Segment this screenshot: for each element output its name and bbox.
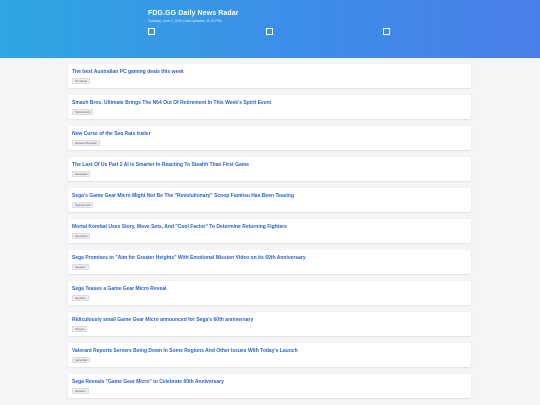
source-badge: GameSpot	[72, 171, 91, 177]
source-badge: Gematsu	[72, 264, 89, 270]
source-badge: Nintendo Life	[72, 109, 94, 115]
news-card[interactable]: New Curse of the Sea Rats trailer Gematsu…	[68, 126, 471, 150]
news-card[interactable]: Ridiculously small Game Gear Micro annou…	[68, 312, 471, 336]
news-title-link[interactable]: Sega Promises to "Aim for Greater Height…	[72, 255, 306, 261]
news-card[interactable]: Sega Promises to "Aim for Greater Height…	[68, 250, 471, 274]
source-badge: Gematsu	[72, 295, 89, 301]
news-title-link[interactable]: Smash Bros. Ultimate Brings The N64 Out …	[72, 100, 271, 106]
source-badge: GameSpot	[72, 357, 91, 363]
news-card[interactable]: The Last Of Us Part 2 AI Is Smarter In R…	[68, 157, 471, 181]
filter-checkbox-2[interactable]	[266, 28, 273, 35]
last-updated-text: Tuesday, June 2, 2020 (Last Updated: 11:…	[148, 19, 222, 23]
news-card[interactable]: Sega's Game Gear Micro Might Not Be The …	[68, 188, 471, 212]
site-title: FDG.GG Daily News Radar	[148, 10, 239, 17]
filter-checkbox-1[interactable]	[148, 28, 155, 35]
news-card[interactable]: Mortal Kombat Uses Story, Move Sets, And…	[68, 219, 471, 243]
news-card[interactable]: Sega Reveals "Game Gear Micro" to Celebr…	[68, 374, 471, 398]
news-title-link[interactable]: Mortal Kombat Uses Story, Move Sets, And…	[72, 224, 287, 230]
filter-checkbox-3[interactable]	[383, 28, 390, 35]
news-card[interactable]: Sega Teases a Game Gear Micro Reveal Gema…	[68, 281, 471, 305]
news-title-link[interactable]: Ridiculously small Game Gear Micro annou…	[72, 317, 253, 323]
news-card[interactable]: Valorant Reports Servers Being Down In S…	[68, 343, 471, 367]
source-badge: Polygon	[72, 326, 88, 332]
news-title-link[interactable]: Valorant Reports Servers Being Down In S…	[72, 348, 298, 354]
source-badge: Nintendo Life	[72, 202, 94, 208]
source-badge: PC Gamer	[72, 78, 91, 84]
source-badge: Gematsu Roundup	[72, 140, 100, 146]
news-card[interactable]: The best Australian PC gaming deals this…	[68, 64, 471, 88]
news-title-link[interactable]: New Curse of the Sea Rats trailer	[72, 131, 151, 137]
news-card[interactable]: Smash Bros. Ultimate Brings The N64 Out …	[68, 95, 471, 119]
news-title-link[interactable]: Sega Reveals "Game Gear Micro" to Celebr…	[72, 379, 224, 385]
news-title-link[interactable]: The Last Of Us Part 2 AI Is Smarter In R…	[72, 162, 249, 168]
article-list: The best Australian PC gaming deals this…	[68, 64, 471, 405]
news-title-link[interactable]: Sega's Game Gear Micro Might Not Be The …	[72, 193, 294, 199]
news-title-link[interactable]: The best Australian PC gaming deals this…	[72, 69, 184, 75]
source-badge: GameSpot	[72, 233, 91, 239]
news-title-link[interactable]: Sega Teases a Game Gear Micro Reveal	[72, 286, 166, 292]
header-banner: FDG.GG Daily News Radar Tuesday, June 2,…	[0, 0, 540, 58]
source-badge: Gematsu	[72, 388, 89, 394]
